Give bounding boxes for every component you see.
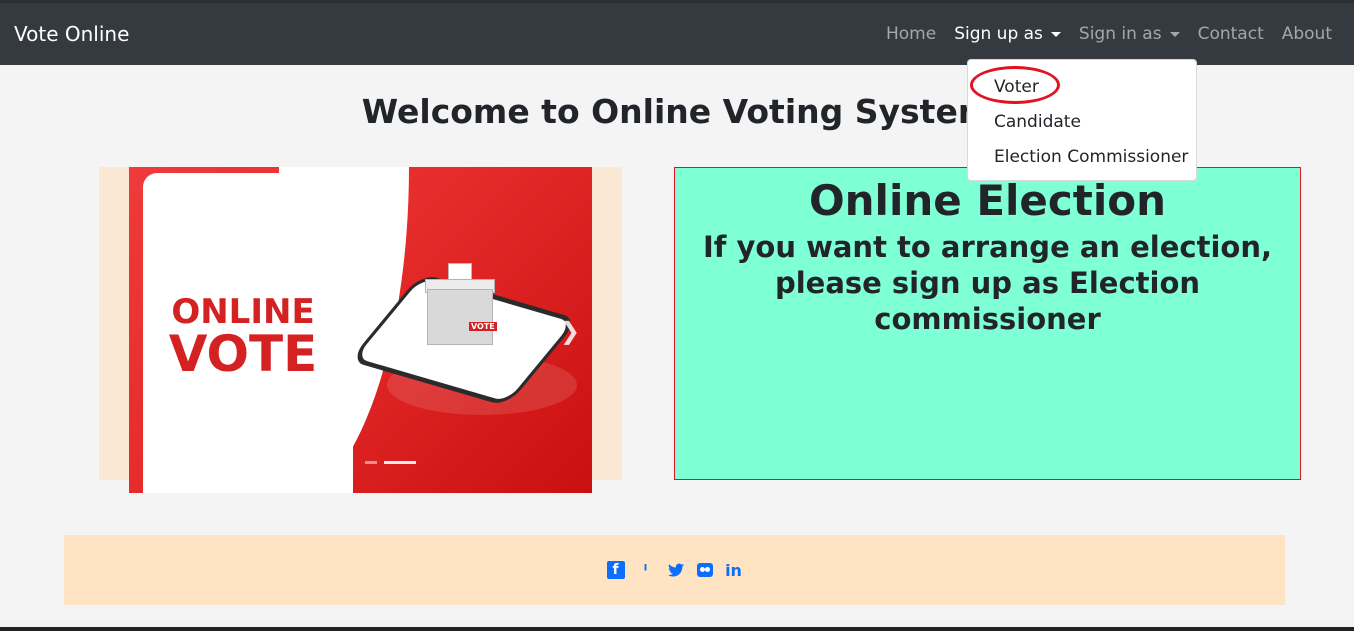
nav-about[interactable]: About xyxy=(1282,24,1332,44)
twitter-icon[interactable] xyxy=(667,561,685,579)
nav-sign-in-dropdown[interactable]: Sign in as xyxy=(1079,24,1180,44)
bottom-edge-bar xyxy=(0,627,1354,631)
chevron-right-icon[interactable]: ❯ xyxy=(560,317,580,345)
election-heading: Online Election xyxy=(808,176,1167,225)
nav-about-label: About xyxy=(1281,24,1332,44)
carousel-indicator-active[interactable] xyxy=(384,461,416,464)
highlight-circle xyxy=(970,66,1060,104)
caret-down-icon xyxy=(1169,31,1180,37)
nav-sign-in-label: Sign in as xyxy=(1078,24,1162,44)
footer: f ᴵ in xyxy=(64,535,1285,605)
sign-up-dropdown-menu: Voter Candidate Election Commissioner xyxy=(967,59,1197,181)
image-carousel[interactable]: ONLINE VOTE VOTE ❯ xyxy=(129,167,592,493)
online-vote-image-text: ONLINE VOTE xyxy=(167,295,319,379)
linkedin-icon[interactable]: in xyxy=(725,561,743,580)
dropdown-item-election-commissioner[interactable]: Election Commissioner xyxy=(968,140,1196,175)
pinterest-icon[interactable]: ᴵ xyxy=(637,561,655,580)
caret-down-icon xyxy=(1050,31,1061,37)
twitter-bird-shape xyxy=(667,563,684,577)
flickr-icon[interactable] xyxy=(696,563,713,577)
nav-home-label: Home xyxy=(885,24,937,44)
facebook-icon[interactable]: f xyxy=(606,561,625,579)
online-election-panel: Online Election If you want to arrange a… xyxy=(674,167,1301,480)
nav-contact-label: Contact xyxy=(1197,24,1264,44)
nav-home[interactable]: Home xyxy=(886,24,936,44)
slide-text-line1: ONLINE xyxy=(171,292,315,332)
nav-sign-up-dropdown[interactable]: Sign up as xyxy=(954,24,1061,44)
slide-text-line2: VOTE xyxy=(168,325,318,383)
dropdown-item-candidate[interactable]: Candidate xyxy=(968,105,1196,140)
brand-link[interactable]: Vote Online xyxy=(14,22,129,46)
carousel-indicator[interactable] xyxy=(365,461,377,464)
election-message: If you want to arrange an election, plea… xyxy=(703,230,1272,336)
navbar: Vote Online Home Sign up as Sign in as C… xyxy=(0,0,1354,65)
ballot-box-label: VOTE xyxy=(469,322,497,331)
nav-sign-up-label: Sign up as xyxy=(954,24,1043,44)
nav-contact[interactable]: Contact xyxy=(1198,24,1264,44)
nav-menu: Home Sign up as Sign in as Contact About xyxy=(868,24,1332,44)
ballot-box-illustration xyxy=(427,289,493,345)
